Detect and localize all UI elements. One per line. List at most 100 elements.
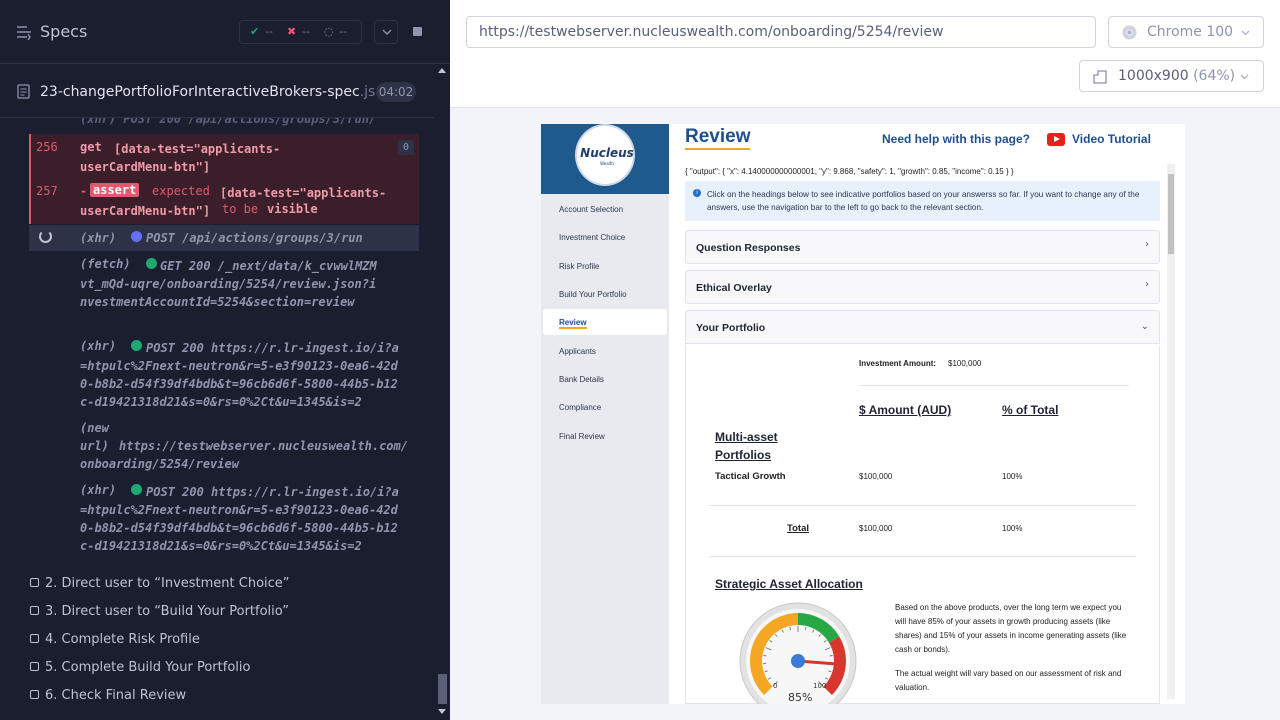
new-url-log-row[interactable]: (new url) https://testwebserver.nucleusw… bbox=[29, 419, 419, 471]
info-icon: i bbox=[693, 189, 701, 197]
accordion-title: Your Portfolio bbox=[696, 322, 766, 334]
test-item[interactable]: 2. Direct user to “Investment Choice” bbox=[30, 576, 290, 591]
iframe-scroll-thumb[interactable] bbox=[1168, 174, 1174, 254]
nav-item-investment-choice[interactable]: Investment Choice bbox=[559, 233, 625, 242]
test-item[interactable]: 3. Direct user to “Build Your Portfolio” bbox=[30, 604, 289, 619]
nav-item-final-review[interactable]: Final Review bbox=[559, 432, 605, 441]
chevron-down-icon bbox=[1241, 30, 1250, 36]
passed-icon: ✔ bbox=[250, 25, 260, 38]
chevron-right-icon: › bbox=[1145, 239, 1149, 250]
info-banner: i Click on the headings below to see ind… bbox=[685, 181, 1160, 221]
pending-icon: ◌ bbox=[324, 25, 334, 38]
spec-file-name: 23-changePortfolioForInteractiveBrokers-… bbox=[40, 84, 375, 100]
stop-button[interactable] bbox=[405, 20, 429, 44]
video-tutorial-link[interactable]: Video Tutorial bbox=[1072, 132, 1151, 146]
gauge-min-label: 0 bbox=[773, 682, 777, 690]
test-item[interactable]: 4. Complete Risk Profile bbox=[30, 632, 200, 647]
log-message: POST 200 https://r.lr-ingest.io/i?a=htpu… bbox=[80, 341, 399, 409]
saa-note: The actual weight will vary based on our… bbox=[895, 669, 1122, 692]
onboarding-sidebar: Nucleus Wealth Account Selection Investm… bbox=[541, 124, 669, 704]
reporter-panel: Specs ✔ -- ✖ -- ◌ -- 23-changePortfolioF… bbox=[0, 0, 450, 720]
gauge-value-label: 85% bbox=[788, 691, 812, 704]
log-message: https://testwebserver.nucleuswealth.com/… bbox=[80, 439, 408, 471]
log-message: POST 200 https://r.lr-ingest.io/i?a=htpu… bbox=[80, 485, 399, 553]
app-iframe: Nucleus Wealth Account Selection Investm… bbox=[541, 124, 1185, 704]
specs-list-icon[interactable] bbox=[16, 24, 32, 40]
test-title: 4. Complete Risk Profile bbox=[45, 632, 200, 647]
command-number: 256 bbox=[36, 140, 58, 154]
test-item[interactable]: 5. Complete Build Your Portfolio bbox=[30, 660, 250, 675]
accordion-question-responses[interactable]: Question Responses › bbox=[685, 230, 1160, 264]
saa-description: Based on the above products, over the lo… bbox=[895, 603, 1127, 654]
investment-amount-label: Investment Amount: bbox=[859, 359, 937, 368]
accordion-ethical-overlay[interactable]: Ethical Overlay › bbox=[685, 270, 1160, 304]
accordion-your-portfolio[interactable]: Your Portfolio ⌄ bbox=[685, 310, 1160, 344]
viewport-scale: (64%) bbox=[1193, 68, 1236, 84]
test-title: 2. Direct user to “Investment Choice” bbox=[45, 576, 290, 591]
spec-file-base: 23-changePortfolioForInteractiveBrokers-… bbox=[40, 84, 360, 100]
chevron-down-icon bbox=[382, 29, 392, 35]
nav-item-account-selection[interactable]: Account Selection bbox=[559, 205, 623, 214]
stop-icon bbox=[413, 27, 422, 36]
youtube-icon[interactable] bbox=[1047, 133, 1065, 146]
logo-subtext: Wealth bbox=[600, 161, 614, 166]
command-257[interactable]: 257 - assert expected [data-test="applic… bbox=[29, 180, 419, 224]
specs-title[interactable]: Specs bbox=[40, 22, 87, 41]
test-checkbox-icon bbox=[30, 662, 39, 671]
fetch-log-row[interactable]: (fetch) GET 200 /_next/data/k_cvwwlMZMvt… bbox=[29, 257, 419, 327]
nav-item-build-your-portfolio[interactable]: Build Your Portfolio bbox=[559, 290, 627, 299]
accordion-title: Ethical Overlay bbox=[696, 282, 772, 294]
spec-file-row[interactable]: 23-changePortfolioForInteractiveBrokers-… bbox=[0, 64, 434, 118]
reporter-scrollbar[interactable] bbox=[435, 64, 450, 720]
nucleus-logo[interactable]: Nucleus Wealth bbox=[575, 124, 635, 186]
test-title: 3. Direct user to “Build Your Portfolio” bbox=[45, 604, 289, 619]
test-checkbox-icon bbox=[30, 690, 39, 699]
log-message: POST /api/actions/groups/3/run bbox=[146, 231, 363, 245]
gauge-max-label: 100 bbox=[813, 682, 826, 690]
portfolio-percent: 100% bbox=[1002, 472, 1023, 481]
pending-dot-icon bbox=[131, 231, 142, 242]
chevron-down-icon: ⌄ bbox=[1140, 321, 1149, 332]
command-256[interactable]: 256 get [data-test="applicants-userCardM… bbox=[29, 134, 419, 180]
portfolio-name: Tactical Growth bbox=[715, 471, 786, 482]
viewport-size: 1000x900 bbox=[1118, 68, 1189, 84]
pending-xhr-row[interactable]: (xhr) POST /api/actions/groups/3/run bbox=[29, 225, 419, 251]
test-title: 6. Check Final Review bbox=[45, 688, 187, 703]
nav-item-applicants[interactable]: Applicants bbox=[559, 347, 596, 356]
browser-selector[interactable]: Chrome 100 bbox=[1108, 16, 1264, 48]
viewport-selector[interactable]: 1000x900 (64%) bbox=[1079, 60, 1264, 92]
nav-item-bank-details[interactable]: Bank Details bbox=[559, 375, 604, 384]
page-title: Review bbox=[685, 126, 751, 150]
log-partial-line: (xhr) POST 200 /api/actions/groups/3/run… bbox=[80, 118, 377, 126]
scroll-thumb[interactable] bbox=[438, 674, 447, 704]
test-title: 5. Complete Build Your Portfolio bbox=[45, 660, 251, 675]
command-number: 257 bbox=[36, 184, 58, 198]
expand-toggle-button[interactable] bbox=[374, 20, 398, 44]
log-type: (xhr) bbox=[80, 231, 117, 245]
assert-to-be: to be bbox=[222, 202, 259, 216]
nav-item-compliance[interactable]: Compliance bbox=[559, 403, 601, 412]
passed-count: -- bbox=[265, 25, 273, 38]
xhr-log-row[interactable]: (xhr) POST 200 https://r.lr-ingest.io/i?… bbox=[29, 339, 419, 409]
element-count-badge: 0 bbox=[398, 140, 414, 155]
scroll-up-icon[interactable] bbox=[438, 68, 446, 73]
url-bar[interactable]: https://testwebserver.nucleuswealth.com/… bbox=[466, 16, 1096, 48]
test-checkbox-icon bbox=[30, 634, 39, 643]
help-text: Need help with this page? bbox=[882, 132, 1031, 146]
test-item[interactable]: 6. Check Final Review bbox=[30, 688, 186, 703]
nav-item-review[interactable]: Review bbox=[559, 318, 587, 329]
spec-file-ext: .js bbox=[359, 84, 376, 100]
total-percent: 100% bbox=[1002, 524, 1023, 533]
xhr-log-row[interactable]: (xhr) POST 200 https://r.lr-ingest.io/i?… bbox=[29, 483, 419, 553]
app-under-test-panel: https://testwebserver.nucleuswealth.com/… bbox=[450, 0, 1280, 720]
scroll-down-icon[interactable] bbox=[438, 709, 446, 714]
test-checkbox-icon bbox=[30, 578, 39, 587]
spec-duration: 04:02 bbox=[376, 82, 416, 102]
test-stats: ✔ -- ✖ -- ◌ -- bbox=[239, 20, 362, 44]
assert-visible: visible bbox=[267, 202, 318, 216]
browser-label: Chrome 100 bbox=[1147, 24, 1234, 40]
chrome-icon bbox=[1122, 25, 1137, 40]
command-log: (xhr) POST 200 /api/actions/groups/3/run… bbox=[29, 118, 419, 558]
ruler-icon bbox=[1093, 70, 1107, 84]
nav-item-risk-profile[interactable]: Risk Profile bbox=[559, 262, 599, 271]
